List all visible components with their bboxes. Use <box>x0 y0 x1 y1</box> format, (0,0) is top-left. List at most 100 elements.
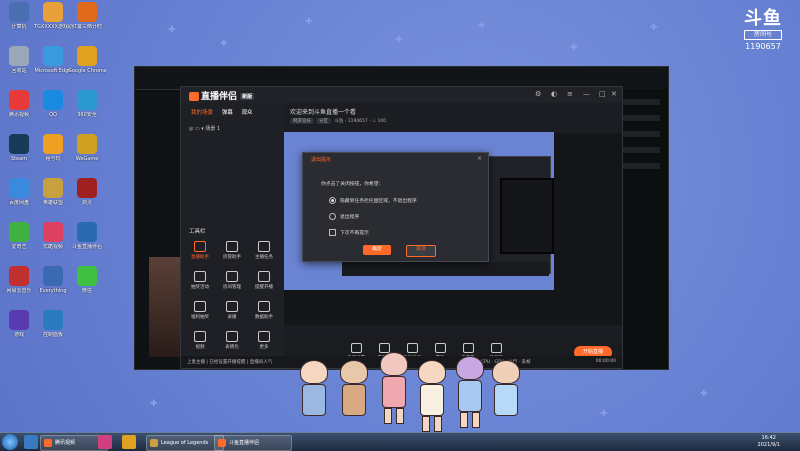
room-number-badge: 斗鱼 房间号 1190657 <box>740 10 786 52</box>
desktop-icon[interactable]: 爱奇艺 <box>0 222 38 250</box>
desktop-icon[interactable]: 微信 <box>68 266 106 294</box>
dont-ask-checkbox[interactable] <box>329 229 336 236</box>
exit-dialog: 退出提示 × 你点击了关闭按钮，你希望： 隐藏到任务栏托盘区域，不退出程序 退出… <box>302 152 489 262</box>
desktop-icon[interactable]: 红警三倒计时 <box>68 2 106 30</box>
desktop-icon[interactable]: WeGame <box>68 134 106 162</box>
desktop-icon[interactable]: 英雄联盟 <box>34 178 72 206</box>
tool-label: 直播助手 <box>191 255 209 260</box>
wallpaper-decoration: ✚ <box>220 39 228 49</box>
app-icon <box>9 310 29 330</box>
tool-item[interactable]: 表情包 <box>217 331 247 350</box>
desktop-icon[interactable]: 控制面板 <box>34 310 72 338</box>
tool-item[interactable]: 房管助手 <box>217 241 247 260</box>
desktop-icon[interactable]: 腾讯视频 <box>0 90 38 118</box>
tool-item[interactable]: 福利抽奖 <box>185 301 215 320</box>
option-quit[interactable]: 退出程序 <box>329 213 359 220</box>
wallpaper-decoration: ✚ <box>570 43 578 53</box>
scene-item[interactable]: ◎ ▭ ▾ 场景 1 <box>189 125 220 132</box>
dialog-close-icon[interactable]: × <box>477 155 482 162</box>
tool-item[interactable]: 直播助手 <box>185 241 215 260</box>
desktop-icon-label: 优酷视频 <box>42 244 63 250</box>
desktop-icon[interactable]: 斗鱼直播伴侣 <box>68 222 106 250</box>
tool-item[interactable]: 录播 <box>217 301 247 320</box>
tool-item[interactable]: 主播任务 <box>249 241 279 260</box>
app-icon <box>77 178 97 198</box>
tool-item[interactable]: 抽奖活动 <box>185 271 215 290</box>
desktop-icon-label: WeGame <box>75 156 99 162</box>
taskbar-clock[interactable]: 16:42 2021/9/1 <box>758 435 780 449</box>
desktop-icon[interactable]: 360安全 <box>68 90 106 118</box>
desktop-icon[interactable]: 优酷视频 <box>34 222 72 250</box>
wallpaper-decoration: ✚ <box>600 409 608 419</box>
maximize-icon[interactable]: □ <box>599 90 606 98</box>
desktop-icon-label: 红警三倒计时 <box>71 24 102 30</box>
desktop-icon[interactable]: Microsoft Edge <box>34 46 72 74</box>
desktop-icon[interactable]: Everything <box>34 266 72 294</box>
app-icon <box>77 46 97 66</box>
desktop-icon-label: Everything <box>39 288 67 294</box>
option-dont-ask[interactable]: 下次不再提示 <box>329 229 369 236</box>
desktop-icon[interactable]: 计算机 <box>0 2 38 30</box>
cancel-button[interactable]: 取消 <box>406 245 436 257</box>
desktop-icon-label: 360安全 <box>77 112 97 118</box>
radio-minimize[interactable] <box>329 197 336 204</box>
room-tag: 房间号 <box>744 30 782 40</box>
desktop-icon[interactable]: 剑灵 <box>68 178 106 206</box>
desktop-icon[interactable]: 百度网盘 <box>0 178 38 206</box>
tab-scenes[interactable]: 我的场景 <box>191 110 213 116</box>
desktop-icon-label: 租号玩 <box>45 156 61 162</box>
desktop-icon[interactable]: 回收站 <box>0 46 38 74</box>
close-icon[interactable]: ✕ <box>611 90 617 98</box>
desktop-icon[interactable]: QQ <box>34 90 72 118</box>
start-button[interactable] <box>2 434 18 450</box>
desktop-icon-label: Google Chrome <box>68 68 106 74</box>
desktop-icon[interactable]: 网易云音乐 <box>0 266 38 294</box>
taskbar-item-lol[interactable]: League of Legends <box>146 435 224 451</box>
tool-label: 抽奖活动 <box>191 285 209 290</box>
tool-label: 录播 <box>227 315 237 320</box>
app-icon <box>43 310 63 330</box>
tools-title: 工具栏 <box>189 229 206 235</box>
tab-viewers[interactable]: 观众 <box>242 110 253 116</box>
tool-label: 房管助手 <box>223 255 241 260</box>
taskbar-app-icon[interactable] <box>122 435 136 449</box>
settings-icon[interactable]: ⚙ <box>535 90 541 98</box>
desktop-icon[interactable]: Google Chrome <box>68 46 106 74</box>
desktop-icon[interactable]: TGXXXXX游戏助手 <box>34 2 72 30</box>
desktop-icon-label: 斗鱼直播伴侣 <box>71 244 102 250</box>
ok-button[interactable]: 确定 <box>363 245 391 255</box>
taskbar-app-icon[interactable] <box>98 435 112 449</box>
minimize-icon[interactable]: — <box>583 90 590 98</box>
desktop-icon[interactable]: 游戏 <box>0 310 38 338</box>
app-icon <box>43 46 63 66</box>
tool-item[interactable]: 提醒开播 <box>249 271 279 290</box>
wallpaper-decoration: ✚ <box>650 23 658 33</box>
taskbar-item-live[interactable]: 斗鱼直播伴侣 <box>214 435 292 451</box>
bottom-bar-icon <box>350 343 362 353</box>
tool-item[interactable]: 数据助手 <box>249 301 279 320</box>
app-icon <box>43 222 63 242</box>
sidebar-tabs: 我的场景 弹幕 观众 <box>191 108 260 116</box>
skin-icon[interactable]: ◐ <box>551 90 557 98</box>
desktop-icon-label: 百度网盘 <box>8 200 29 206</box>
tool-item[interactable]: 房间管理 <box>217 271 247 290</box>
radio-quit[interactable] <box>329 213 336 220</box>
room-title[interactable]: 欢迎来到斗鱼直播一个看 <box>290 107 356 116</box>
app-icon <box>43 266 63 286</box>
app-icon <box>43 178 63 198</box>
taskbar-browser-icon[interactable] <box>24 435 38 449</box>
desktop-icon-label: Steam <box>10 156 28 162</box>
option-minimize[interactable]: 隐藏到任务栏托盘区域，不退出程序 <box>329 197 417 204</box>
tool-label: 视频 <box>195 345 205 350</box>
menu-icon[interactable]: ≡ <box>567 90 573 98</box>
tool-label: 更多 <box>259 345 269 350</box>
desktop-icon[interactable]: 租号玩 <box>34 134 72 162</box>
tab-danmaku[interactable]: 弹幕 <box>222 110 233 116</box>
tool-icon <box>258 301 270 312</box>
tool-icon <box>194 241 206 252</box>
desktop-icon[interactable]: Steam <box>0 134 38 162</box>
nested-preview-content <box>500 178 554 254</box>
tool-item[interactable]: 更多 <box>249 331 279 350</box>
tool-item[interactable]: 视频 <box>185 331 215 350</box>
tool-icon <box>226 241 238 252</box>
